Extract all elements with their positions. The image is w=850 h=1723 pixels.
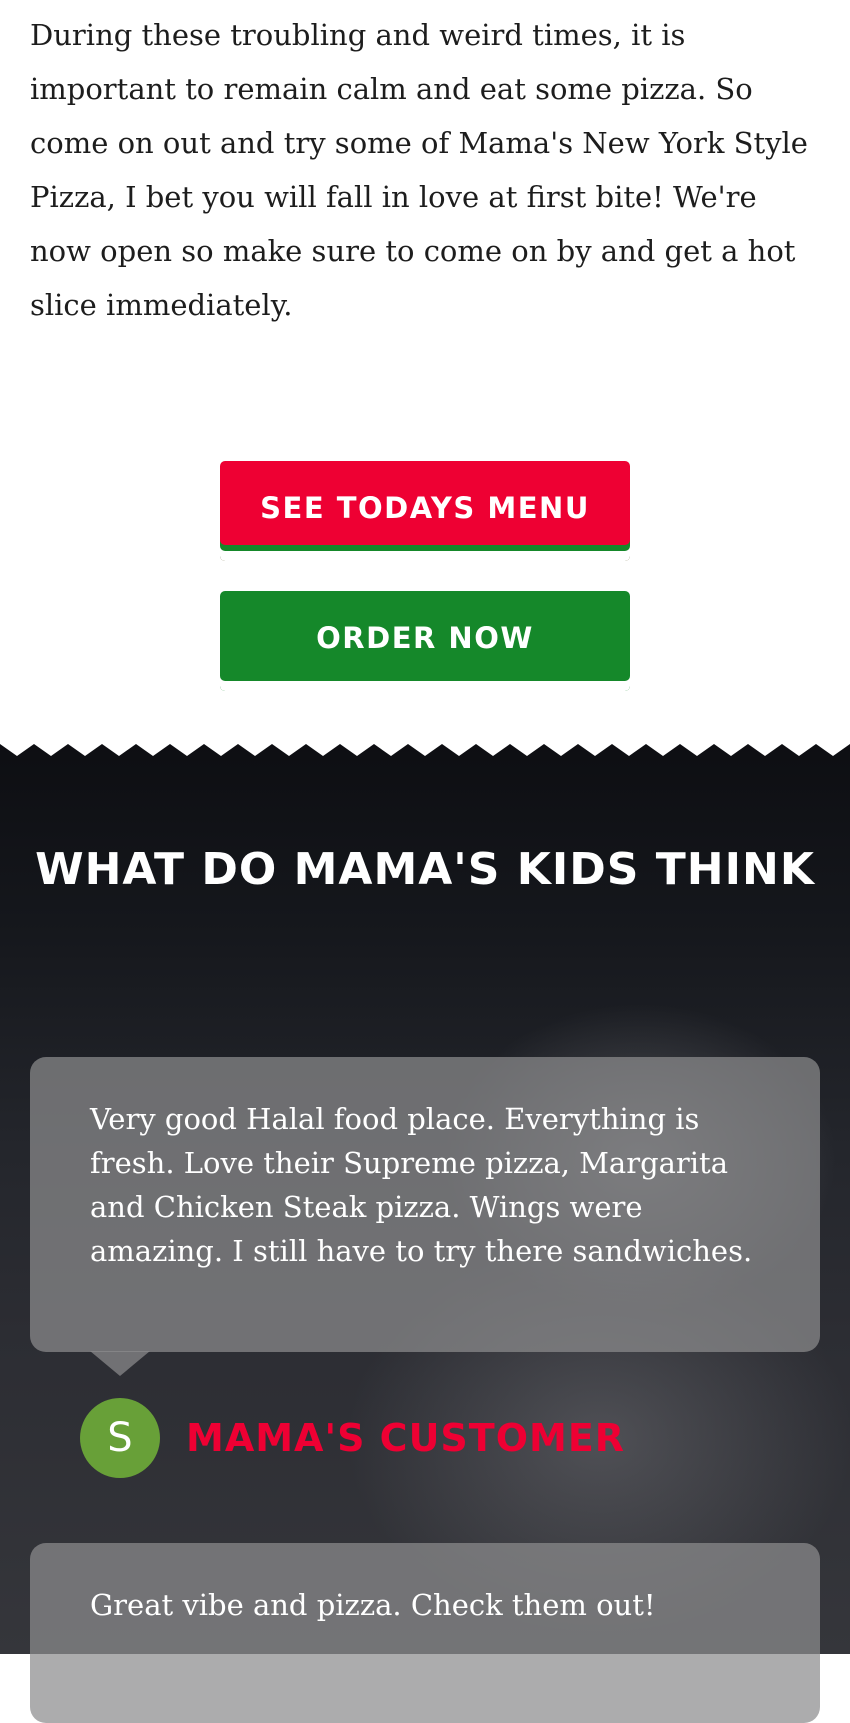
testimonial-card: Very good Halal food place. Everything i…	[30, 1057, 820, 1352]
intro-paragraph: During these troubling and weird times, …	[30, 18, 808, 322]
testimonial-text: Very good Halal food place. Everything i…	[90, 1102, 753, 1268]
order-now-button[interactable]: ORDER NOW	[220, 591, 630, 691]
avatar: S	[80, 1398, 160, 1478]
testimonial-card: Great vibe and pizza. Check them out!	[30, 1543, 820, 1723]
see-todays-menu-button[interactable]: SEE TODAYS MENU	[220, 461, 630, 561]
zigzag-divider	[0, 738, 850, 756]
author-name: MAMA'S CUSTOMER	[186, 1416, 626, 1460]
testimonial-text: Great vibe and pizza. Check them out!	[90, 1588, 656, 1622]
testimonials-title: WHAT DO MAMA'S KIDS THINK	[35, 844, 815, 895]
testimonial-author: S MAMA'S CUSTOMER	[80, 1398, 625, 1478]
testimonial-pointer	[90, 1351, 150, 1376]
